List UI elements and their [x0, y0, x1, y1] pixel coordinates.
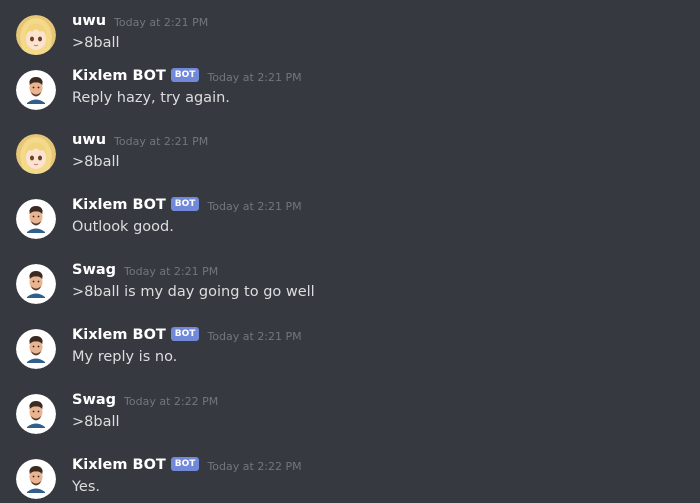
- user-avatar[interactable]: [16, 459, 56, 499]
- chat-message: Swag Today at 2:22 PM >8ball: [0, 392, 700, 452]
- timestamp: Today at 2:21 PM: [124, 264, 219, 278]
- timestamp: Today at 2:21 PM: [207, 199, 302, 213]
- bot-tag: BOT: [170, 68, 200, 82]
- chat-message: uwu Today at 2:21 PM >8ball: [0, 132, 700, 192]
- message-header: Kixlem BOT BOT Today at 2:21 PM: [72, 194, 302, 216]
- cartoon-man-avatar-icon: [16, 329, 56, 369]
- message-content: >8ball is my day going to go well: [72, 284, 315, 300]
- cartoon-man-avatar-icon: [16, 199, 56, 239]
- chat-message: Swag Today at 2:21 PM >8ball is my day g…: [0, 262, 700, 322]
- chat-message: Kixlem BOT BOT Today at 2:22 PM Yes.: [0, 457, 700, 503]
- bot-tag: BOT: [170, 197, 200, 211]
- timestamp: Today at 2:22 PM: [207, 459, 302, 473]
- message-header: uwu Today at 2:21 PM: [72, 129, 208, 151]
- message-header: Kixlem BOT BOT Today at 2:21 PM: [72, 65, 302, 87]
- user-avatar[interactable]: [16, 264, 56, 304]
- username[interactable]: uwu: [72, 13, 106, 29]
- anime-avatar-icon: [16, 15, 56, 55]
- user-avatar[interactable]: [16, 134, 56, 174]
- message-header: Swag Today at 2:22 PM: [72, 389, 218, 411]
- cartoon-man-avatar-icon: [16, 264, 56, 304]
- bot-tag: BOT: [170, 457, 200, 471]
- chat-message: Kixlem BOT BOT Today at 2:21 PM Outlook …: [0, 197, 700, 257]
- user-avatar[interactable]: [16, 199, 56, 239]
- username[interactable]: Kixlem BOT: [72, 197, 166, 213]
- message-content: My reply is no.: [72, 349, 178, 365]
- message-header: Swag Today at 2:21 PM: [72, 259, 218, 281]
- message-content: Yes.: [72, 479, 101, 495]
- username[interactable]: Swag: [72, 262, 116, 278]
- timestamp: Today at 2:21 PM: [114, 15, 209, 29]
- username[interactable]: Kixlem BOT: [72, 68, 166, 84]
- username[interactable]: Kixlem BOT: [72, 327, 166, 343]
- chat-message: Kixlem BOT BOT Today at 2:21 PM Reply ha…: [0, 68, 700, 128]
- timestamp: Today at 2:21 PM: [114, 134, 209, 148]
- cartoon-man-avatar-icon: [16, 70, 56, 110]
- anime-avatar-icon: [16, 134, 56, 174]
- cartoon-man-avatar-icon: [16, 394, 56, 434]
- message-content: Outlook good.: [72, 219, 174, 235]
- message-content: >8ball: [72, 35, 120, 51]
- timestamp: Today at 2:22 PM: [124, 394, 219, 408]
- user-avatar[interactable]: [16, 15, 56, 55]
- username[interactable]: Kixlem BOT: [72, 457, 166, 473]
- message-content: Reply hazy, try again.: [72, 90, 230, 106]
- message-header: Kixlem BOT BOT Today at 2:21 PM: [72, 324, 302, 346]
- message-header: Kixlem BOT BOT Today at 2:22 PM: [72, 454, 302, 476]
- chat-messages: uwu Today at 2:21 PM >8ball Kixlem BOT B…: [0, 0, 700, 503]
- message-header: uwu Today at 2:21 PM: [72, 10, 208, 32]
- cartoon-man-avatar-icon: [16, 459, 56, 499]
- timestamp: Today at 2:21 PM: [207, 70, 302, 84]
- user-avatar[interactable]: [16, 329, 56, 369]
- username[interactable]: Swag: [72, 392, 116, 408]
- user-avatar[interactable]: [16, 394, 56, 434]
- username[interactable]: uwu: [72, 132, 106, 148]
- bot-tag: BOT: [170, 327, 200, 341]
- chat-message: Kixlem BOT BOT Today at 2:21 PM My reply…: [0, 327, 700, 387]
- user-avatar[interactable]: [16, 70, 56, 110]
- message-content: >8ball: [72, 154, 120, 170]
- timestamp: Today at 2:21 PM: [207, 329, 302, 343]
- message-content: >8ball: [72, 414, 120, 430]
